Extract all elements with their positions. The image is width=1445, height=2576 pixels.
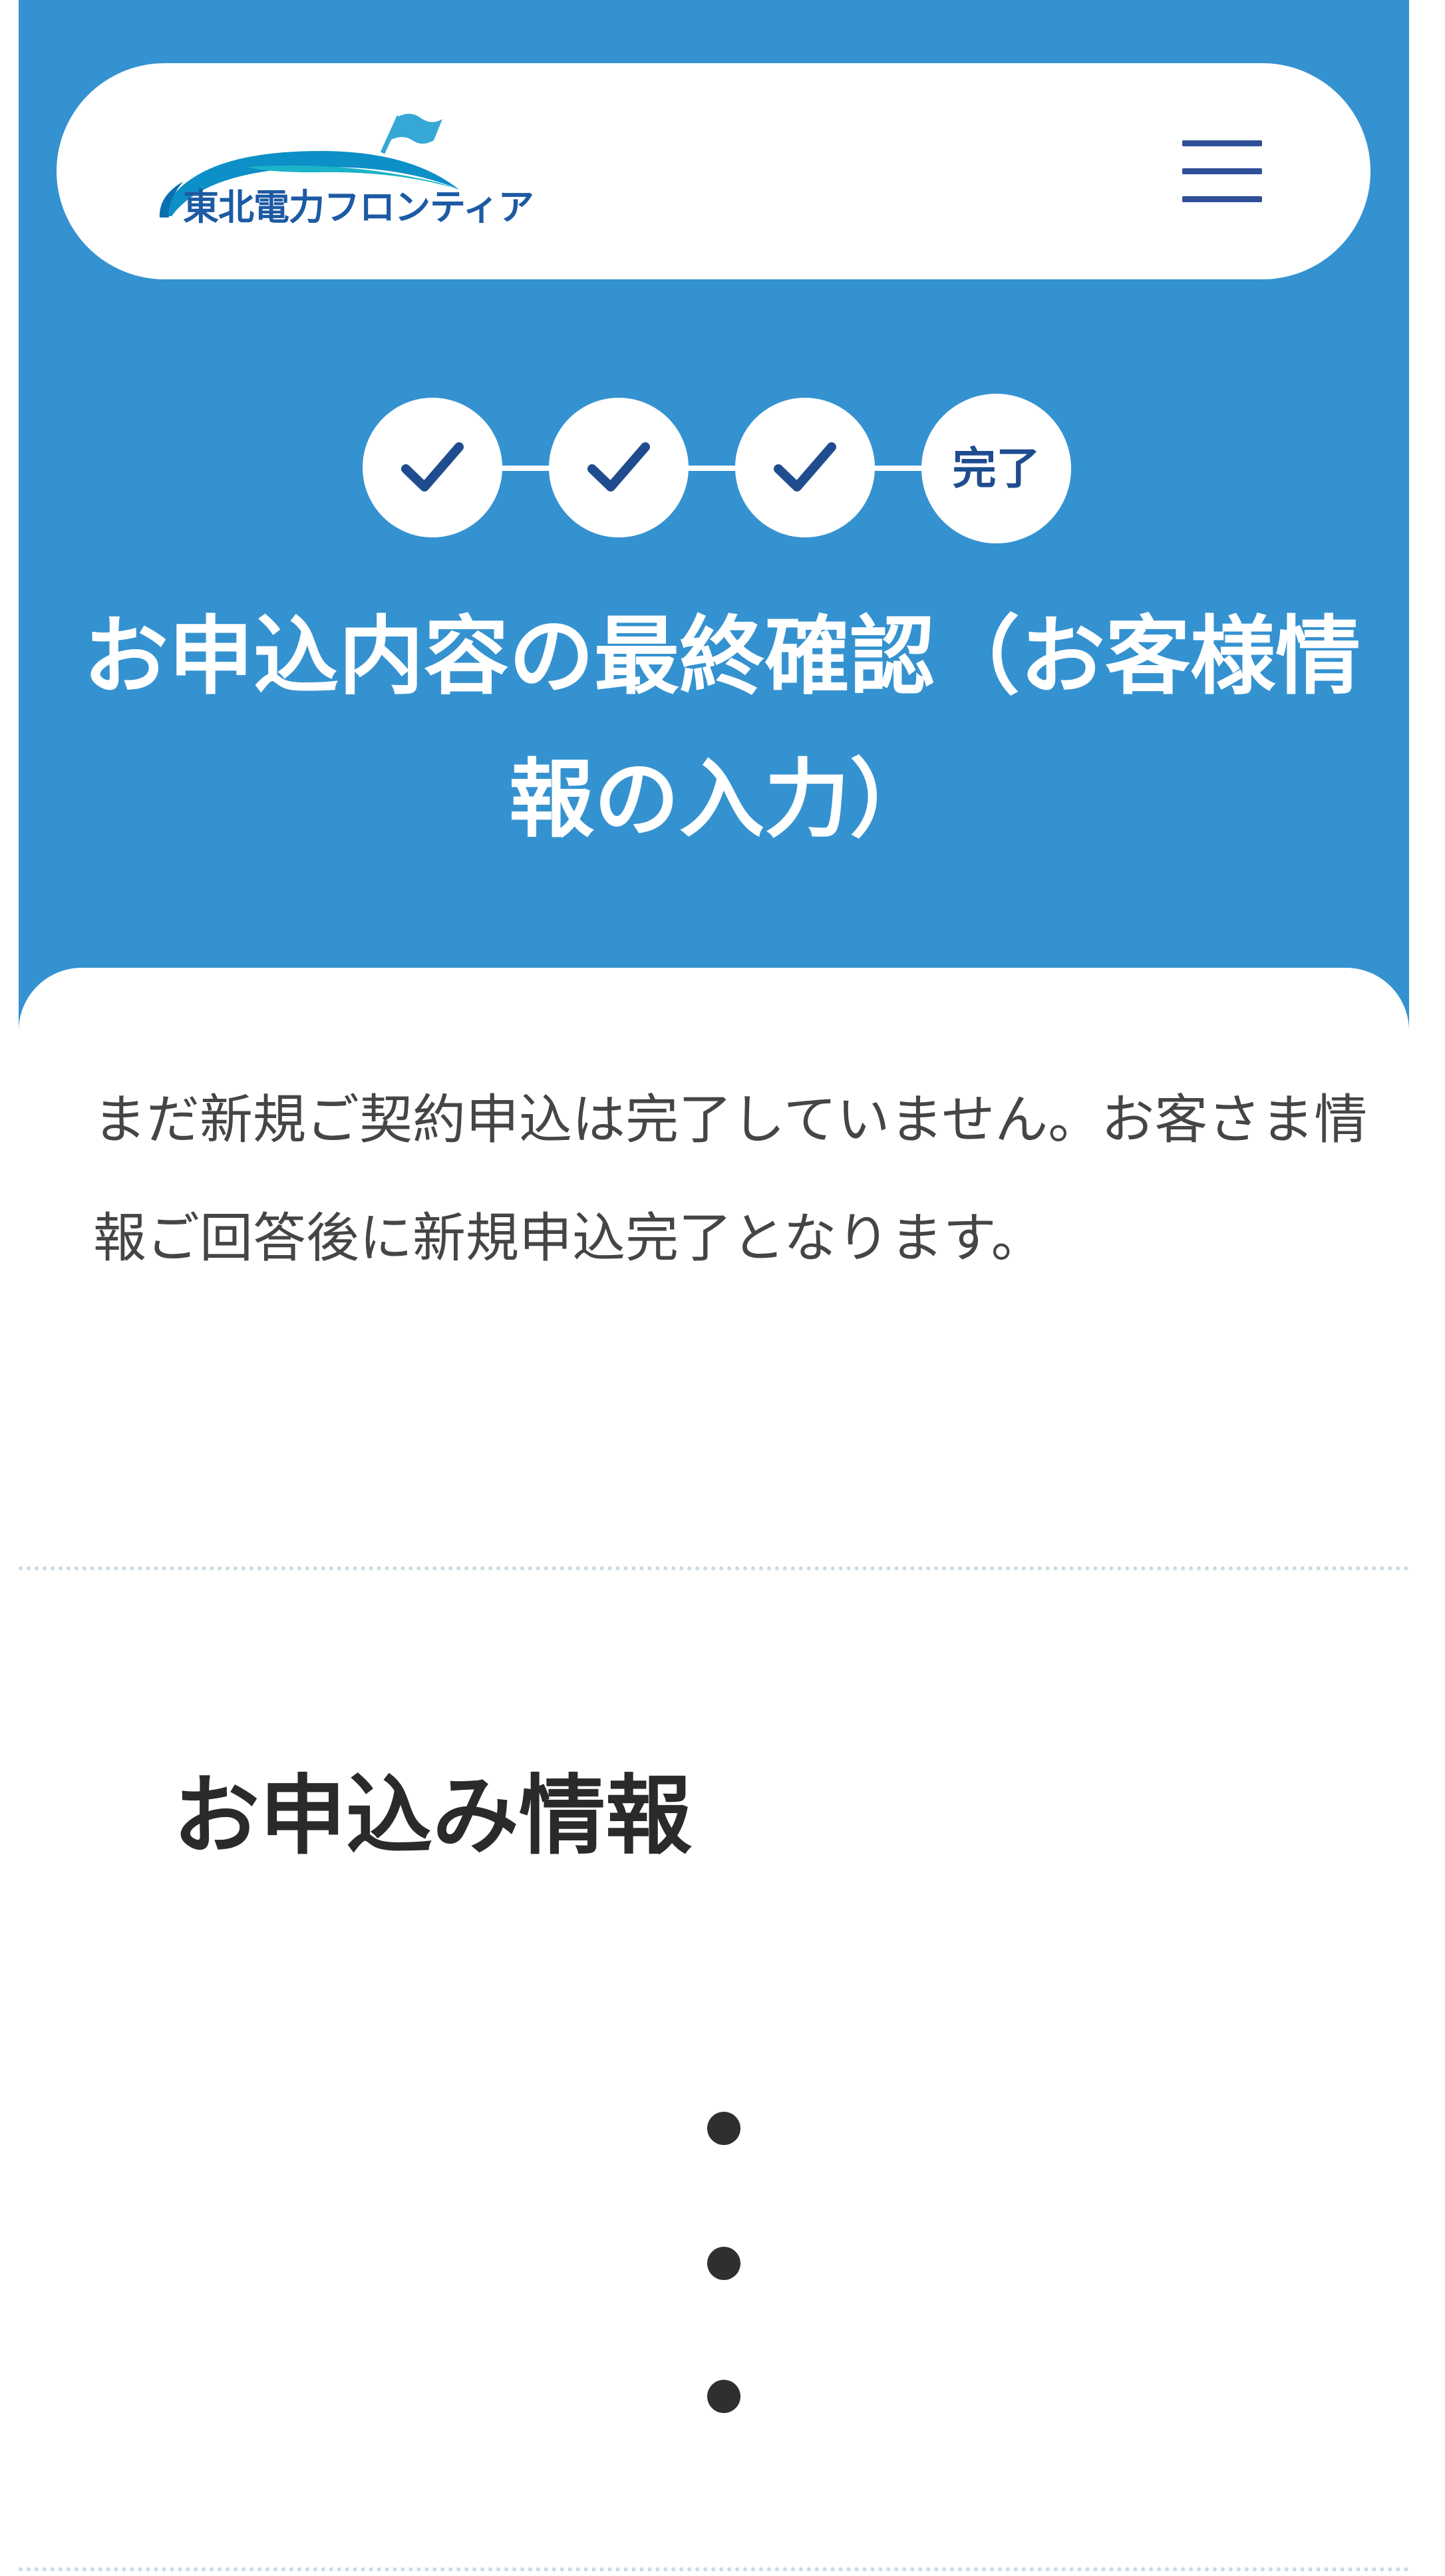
section-divider: [19, 2567, 1409, 2571]
site-logo[interactable]: 東北電力フロンティア: [146, 103, 534, 256]
notice-message: まだ新規ご契約申込は完了していません。お客さま情報ご回答後に新規申込完了となりま…: [93, 1089, 1368, 1269]
ellipsis-dot: [707, 2247, 740, 2280]
site-header: 東北電力フロンティア: [57, 63, 1370, 279]
ellipsis-dot: [707, 2380, 740, 2413]
step-2-completed: [549, 398, 689, 537]
check-icon: [587, 442, 650, 492]
ellipsis-dot: [707, 2112, 740, 2145]
section-divider: [19, 1566, 1409, 1570]
hamburger-menu-button[interactable]: [1181, 136, 1264, 206]
step-3-completed: [735, 398, 875, 537]
step-4-current: 完了: [921, 394, 1071, 543]
hamburger-menu-icon: [1182, 140, 1262, 146]
check-icon: [774, 442, 836, 492]
progress-stepper: 完了: [363, 394, 1074, 543]
application-screen: 東北電力フロンティア 完了 お申込内容の最終確認（お客様情報の入力） まだ新規ご…: [0, 0, 1445, 2576]
check-icon: [401, 442, 464, 492]
logo-text: 東北電力フロンティア: [183, 186, 534, 228]
step-4-label: 完了: [952, 443, 1041, 494]
step-1-completed: [363, 398, 502, 537]
page-title: お申込内容の最終確認（お客様情報の入力）: [82, 607, 1361, 849]
section-heading: お申込み情報: [173, 1765, 693, 1866]
